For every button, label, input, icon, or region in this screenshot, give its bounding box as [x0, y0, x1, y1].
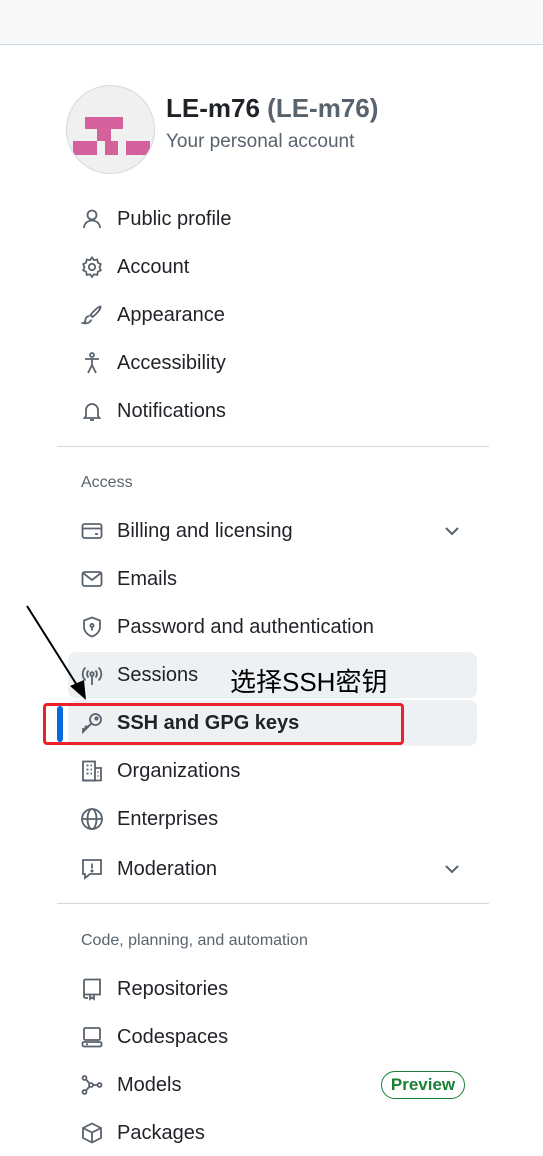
sidebar-item-label: Enterprises — [117, 808, 219, 830]
sidebar-item-label: Accessibility — [117, 352, 226, 374]
bell-icon — [80, 399, 104, 423]
sidebar-item-moderation[interactable]: Moderation — [68, 846, 477, 892]
chevron-down-icon[interactable] — [442, 859, 462, 879]
organization-icon — [80, 759, 104, 783]
sidebar-item-label: Codespaces — [117, 1026, 229, 1048]
sidebar-item-emails[interactable]: Emails — [68, 556, 477, 602]
sidebar-item-label: Organizations — [117, 760, 241, 782]
globe-icon — [80, 807, 104, 831]
sidebar-item-appearance[interactable]: Appearance — [68, 292, 477, 338]
package-icon — [80, 1121, 104, 1145]
gear-icon — [80, 255, 104, 279]
section-heading-access: Access — [81, 474, 133, 491]
sidebar-item-label: Public profile — [117, 208, 232, 230]
sidebar-item-label: Packages — [117, 1122, 205, 1144]
sidebar-item-label: Repositories — [117, 978, 229, 1000]
sidebar-item-label: Appearance — [117, 304, 225, 326]
accessibility-icon — [80, 351, 104, 375]
sidebar-item-label: Notifications — [117, 400, 226, 422]
sidebar-divider — [57, 446, 489, 447]
account-name[interactable]: LE-m76 (LE-m76) — [166, 93, 378, 124]
sidebar-item-label: Moderation — [117, 858, 218, 880]
sidebar-item-enterprises[interactable]: Enterprises — [68, 796, 477, 842]
models-icon — [80, 1073, 104, 1097]
sidebar-item-accessibility[interactable]: Accessibility — [68, 340, 477, 386]
sidebar-item-label: Billing and licensing — [117, 520, 293, 542]
sidebar-divider — [57, 903, 489, 904]
annotation-arrow-icon — [26, 605, 86, 700]
chevron-down-icon[interactable] — [442, 521, 462, 541]
sidebar-item-codespaces[interactable]: Codespaces — [68, 1014, 477, 1060]
account-handle: (LE-m76) — [267, 93, 379, 123]
sidebar-item-public-profile[interactable]: Public profile — [68, 196, 477, 242]
sidebar-item-account[interactable]: Account — [68, 244, 477, 290]
sidebar-item-label: Emails — [117, 568, 178, 590]
sidebar-item-label: Sessions — [117, 664, 199, 686]
person-icon — [80, 207, 104, 231]
sidebar-item-organizations[interactable]: Organizations — [68, 748, 477, 794]
preview-badge: Preview — [381, 1071, 465, 1099]
sidebar-item-notifications[interactable]: Notifications — [68, 388, 477, 434]
mail-icon — [80, 567, 104, 591]
annotation-label: 选择SSH密钥 — [230, 667, 388, 697]
sidebar-item-password-authentication[interactable]: Password and authentication — [68, 604, 477, 650]
repo-icon — [80, 977, 104, 1001]
top-bar — [0, 0, 543, 45]
sidebar-item-billing[interactable]: Billing and licensing — [68, 508, 477, 554]
identicon-icon — [73, 117, 150, 155]
sidebar-item-label: Account — [117, 256, 190, 278]
account-display-name: LE-m76 — [166, 93, 260, 123]
account-subtitle: Your personal account — [166, 131, 355, 152]
sidebar-item-label: Password and authentication — [117, 616, 374, 638]
section-heading-code: Code, planning, and automation — [81, 932, 308, 949]
paintbrush-icon — [80, 303, 104, 327]
sidebar-item-repositories[interactable]: Repositories — [68, 966, 477, 1012]
avatar[interactable] — [66, 85, 155, 174]
credit-card-icon — [80, 519, 104, 543]
sidebar-item-packages[interactable]: Packages — [68, 1110, 477, 1156]
report-icon — [80, 857, 104, 881]
sidebar-item-label: Models — [117, 1074, 182, 1096]
codespaces-icon — [80, 1025, 104, 1049]
